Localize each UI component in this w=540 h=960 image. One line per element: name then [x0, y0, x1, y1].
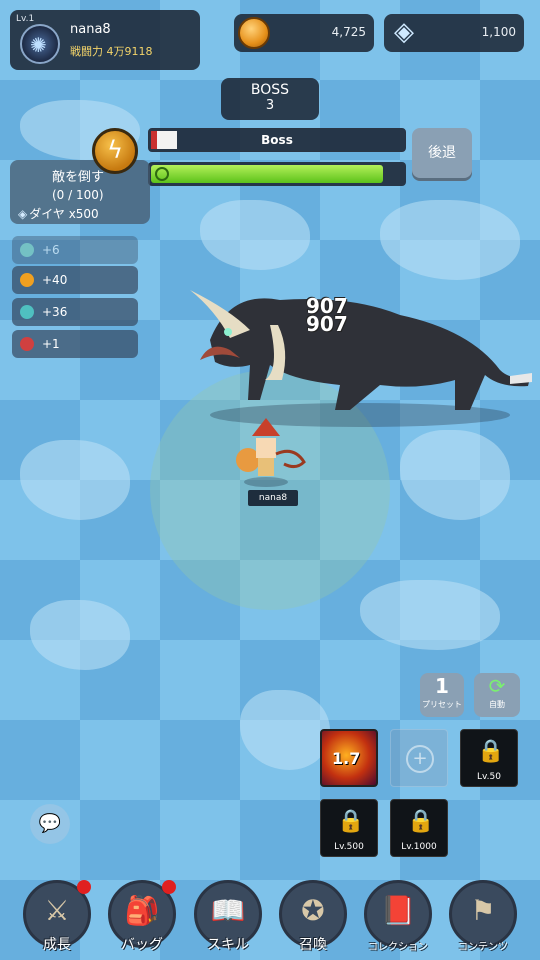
clock-icon — [155, 167, 169, 181]
gain-item: +6 — [12, 236, 138, 264]
add-skill-slot[interactable]: + — [390, 729, 448, 787]
gem-icon — [20, 243, 34, 257]
combat-power: 戦闘力 4万9118 — [70, 45, 153, 58]
diamond-icon: ◈ — [18, 207, 28, 221]
locked-skill-slot[interactable]: 🔒 Lv.1000 — [390, 799, 448, 857]
retreat-button[interactable]: 後退 — [412, 128, 472, 178]
plus-icon: + — [406, 745, 434, 773]
lock-icon: 🔒 — [477, 739, 505, 764]
quest-reward: ◈ ダイヤ x500 — [18, 205, 99, 222]
gain-item: +40 — [12, 266, 138, 294]
locked-skill-slot[interactable]: 🔒 Lv.50 — [460, 729, 518, 787]
gold-coin-icon — [20, 273, 34, 287]
boss-hp-bar: Boss — [148, 128, 406, 152]
gold-value: 4,725 — [331, 25, 366, 39]
boss-stage-label: BOSS 3 — [221, 78, 319, 120]
lightning-icon[interactable]: ϟ — [92, 128, 138, 174]
quest-reward-text: ダイヤ x500 — [29, 207, 99, 221]
unlock-level: Lv.1000 — [401, 842, 437, 852]
gain-value: +40 — [42, 273, 68, 287]
preset-label: プリセット — [422, 700, 462, 709]
background-cloud — [30, 600, 130, 670]
summon-icon: ✪ — [301, 894, 325, 927]
nav-content[interactable]: ⚑ コンテンツ — [447, 876, 519, 960]
nav-label: 成長 — [43, 937, 71, 953]
chat-button[interactable]: 💬 — [30, 804, 70, 844]
nav-label: コレクション — [368, 942, 428, 953]
gain-item: +36 — [12, 298, 138, 326]
gain-item: +1 — [12, 330, 138, 358]
bag-icon: 🎒 — [124, 894, 160, 927]
nav-summon[interactable]: ✪ 召喚 — [277, 876, 349, 960]
background-cloud — [20, 440, 130, 520]
notification-badge — [77, 880, 91, 894]
content-icon: ⚑ — [470, 894, 496, 927]
growth-icon: ⚔ — [44, 894, 70, 927]
boss-monster — [190, 290, 532, 427]
nav-growth[interactable]: ⚔ 成長 — [21, 876, 93, 960]
background-cloud — [200, 200, 310, 270]
bottom-nav: ⚔ 成長 🎒 バッグ 📖 スキル ✪ 召喚 📕 コレクション ⚑ コンテンツ — [0, 876, 540, 960]
collection-icon: 📕 — [380, 894, 416, 927]
avatar: ✺ — [20, 24, 60, 64]
background-cloud — [360, 580, 500, 650]
diamond-value: 1,100 — [481, 25, 516, 39]
diamond-counter[interactable]: ◈ 1,100 — [384, 14, 524, 52]
unlock-level: Lv.500 — [334, 842, 364, 852]
background-cloud — [240, 690, 330, 770]
background-cloud — [380, 200, 520, 280]
player-name-tag: nana8 — [248, 490, 298, 506]
nav-label: 召喚 — [299, 937, 327, 953]
nav-label: スキル — [207, 937, 249, 953]
gain-value: +36 — [42, 305, 68, 319]
gold-counter[interactable]: 4,725 — [234, 14, 374, 52]
red-orb-icon — [20, 337, 34, 351]
boss-name: Boss — [261, 133, 293, 147]
player-level: Lv.1 — [16, 14, 35, 24]
background-cloud — [400, 430, 510, 520]
player-name: nana8 — [70, 22, 111, 37]
skill-cooldown: 1.7 — [332, 749, 361, 768]
exp-icon — [20, 305, 34, 319]
unlock-level: Lv.50 — [477, 772, 501, 782]
lock-icon: 🔒 — [337, 809, 365, 834]
nav-label: バッグ — [121, 937, 163, 953]
auto-button[interactable]: ⟳ 自動 — [474, 673, 520, 717]
chat-icon: 💬 — [38, 813, 62, 834]
locked-skill-slot[interactable]: 🔒 Lv.500 — [320, 799, 378, 857]
lock-icon: 🔒 — [407, 809, 435, 834]
nav-collection[interactable]: 📕 コレクション — [362, 876, 434, 960]
skill-icon: 📖 — [210, 894, 246, 927]
preset-button[interactable]: 1 プリセット — [420, 673, 464, 717]
refresh-icon: ⟳ — [488, 674, 506, 698]
quest-panel[interactable]: 敵を倒す (0 / 100) ◈ ダイヤ x500 — [10, 160, 150, 224]
boss-timer-bar — [148, 162, 406, 186]
nav-label: コンテンツ — [458, 942, 508, 953]
gold-coin-icon — [238, 17, 270, 49]
quest-title: 敵を倒す — [52, 170, 105, 185]
gain-value: +6 — [42, 243, 60, 257]
boss-timer-fill — [151, 165, 383, 183]
notification-badge — [162, 880, 176, 894]
diamond-icon: ◈ — [394, 17, 414, 47]
boss-stage-number: 3 — [265, 98, 275, 113]
skill-slot-meteor[interactable]: 1.7 — [320, 729, 378, 787]
player-profile[interactable]: Lv.1 ✺ nana8 戦闘力 4万9118 — [10, 10, 200, 70]
auto-label: 自動 — [489, 700, 505, 709]
boss-label: BOSS — [250, 82, 290, 98]
quest-progress: (0 / 100) — [52, 188, 104, 202]
avatar-emblem-icon: ✺ — [30, 33, 47, 57]
preset-number: 1 — [435, 674, 449, 698]
player-character — [236, 418, 306, 487]
gain-value: +1 — [42, 337, 60, 351]
nav-skill[interactable]: 📖 スキル — [192, 876, 264, 960]
nav-bag[interactable]: 🎒 バッグ — [106, 876, 178, 960]
damage-number: 907 — [306, 312, 348, 336]
